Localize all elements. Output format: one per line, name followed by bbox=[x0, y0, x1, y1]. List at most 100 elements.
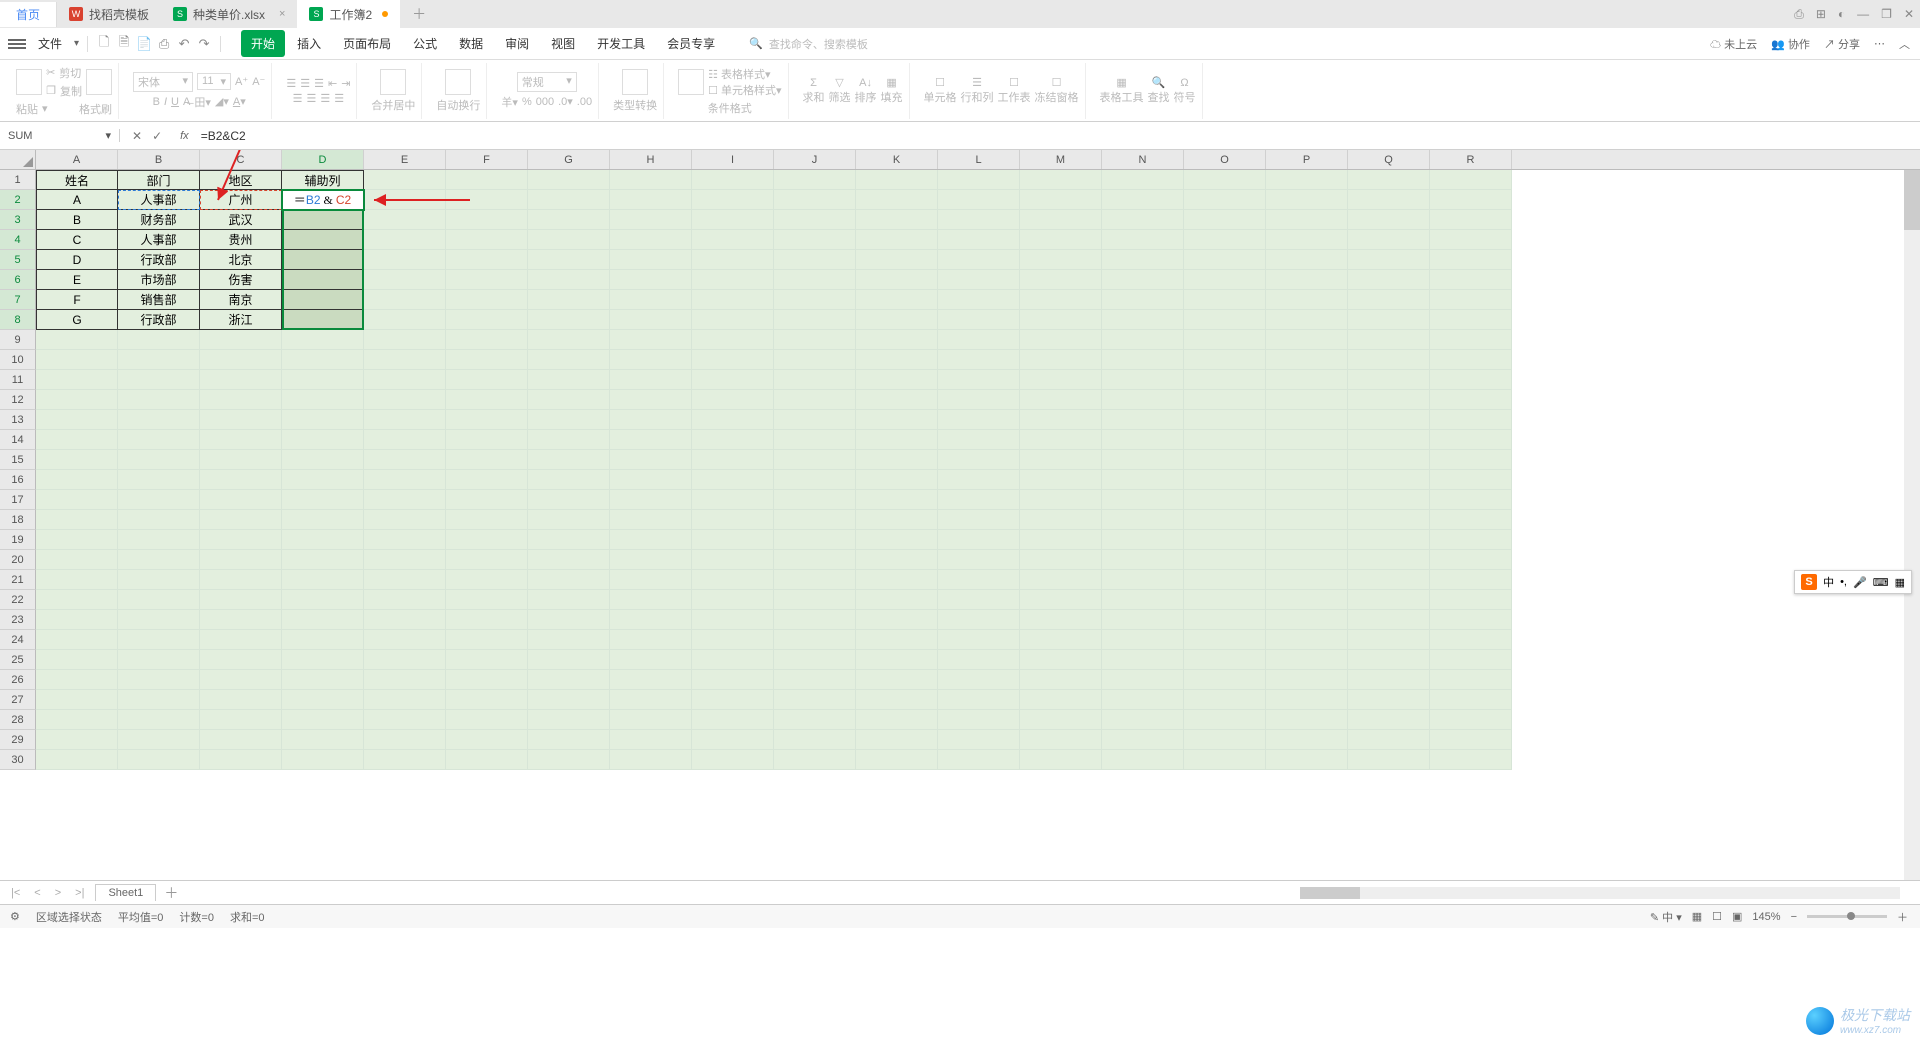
comma-icon[interactable]: 000 bbox=[536, 96, 554, 108]
cell[interactable] bbox=[938, 670, 1020, 690]
cell[interactable] bbox=[1266, 750, 1348, 770]
cell[interactable]: 北京 bbox=[200, 250, 282, 270]
cell[interactable] bbox=[1020, 230, 1102, 250]
cell[interactable] bbox=[364, 630, 446, 650]
cell[interactable]: 人事部 bbox=[118, 190, 200, 210]
cell[interactable] bbox=[1348, 210, 1430, 230]
cell[interactable] bbox=[1184, 350, 1266, 370]
cell[interactable] bbox=[1348, 510, 1430, 530]
cell[interactable] bbox=[692, 670, 774, 690]
cell[interactable] bbox=[1348, 690, 1430, 710]
cell[interactable] bbox=[774, 190, 856, 210]
cell[interactable] bbox=[1430, 190, 1512, 210]
cell[interactable] bbox=[774, 350, 856, 370]
cell[interactable] bbox=[610, 610, 692, 630]
cell[interactable] bbox=[1184, 230, 1266, 250]
cell[interactable] bbox=[1102, 370, 1184, 390]
cell[interactable] bbox=[1184, 210, 1266, 230]
cell[interactable] bbox=[282, 310, 364, 330]
row-header[interactable]: 10 bbox=[0, 350, 36, 370]
cell[interactable] bbox=[1430, 670, 1512, 690]
cell[interactable] bbox=[36, 690, 118, 710]
cell[interactable] bbox=[1020, 750, 1102, 770]
spreadsheet-grid[interactable]: ABCDEFGHIJKLMNOPQR 1姓名部门地区辅助列2A人事部广州＝B2 … bbox=[0, 150, 1920, 880]
zoom-in-icon[interactable]: ＋ bbox=[1897, 909, 1908, 925]
cell[interactable] bbox=[528, 490, 610, 510]
accept-formula-icon[interactable]: ✓ bbox=[152, 129, 162, 143]
cell[interactable] bbox=[1020, 690, 1102, 710]
cell[interactable] bbox=[1020, 410, 1102, 430]
cell[interactable] bbox=[938, 470, 1020, 490]
cell[interactable] bbox=[282, 370, 364, 390]
cell[interactable] bbox=[200, 350, 282, 370]
cell[interactable] bbox=[118, 710, 200, 730]
cell[interactable] bbox=[1020, 530, 1102, 550]
cell[interactable] bbox=[774, 690, 856, 710]
cell[interactable] bbox=[118, 610, 200, 630]
cell[interactable] bbox=[1348, 550, 1430, 570]
cell[interactable] bbox=[446, 650, 528, 670]
cell[interactable] bbox=[1102, 390, 1184, 410]
cell[interactable] bbox=[1266, 270, 1348, 290]
cell[interactable] bbox=[1430, 350, 1512, 370]
cell[interactable] bbox=[610, 290, 692, 310]
cell[interactable] bbox=[282, 390, 364, 410]
cell[interactable] bbox=[856, 690, 938, 710]
cell[interactable] bbox=[364, 170, 446, 190]
format-painter-icon[interactable] bbox=[86, 69, 112, 95]
fill-icon[interactable]: ▦ bbox=[881, 76, 903, 89]
sheet-next-icon[interactable]: > bbox=[52, 887, 64, 899]
cell[interactable] bbox=[1266, 610, 1348, 630]
ime-lang[interactable]: 中 bbox=[1823, 574, 1834, 590]
add-sheet-button[interactable]: ＋ bbox=[164, 883, 178, 903]
cell[interactable] bbox=[1348, 470, 1430, 490]
cell[interactable] bbox=[1430, 590, 1512, 610]
cell[interactable] bbox=[774, 250, 856, 270]
cell[interactable] bbox=[856, 230, 938, 250]
cell[interactable] bbox=[1102, 690, 1184, 710]
cell[interactable] bbox=[1430, 470, 1512, 490]
badge-icon[interactable]: ⎙ bbox=[1794, 7, 1804, 22]
ime-mic-icon[interactable]: 🎤 bbox=[1853, 576, 1867, 589]
cell[interactable] bbox=[36, 650, 118, 670]
cell[interactable] bbox=[364, 410, 446, 430]
col-header[interactable]: N bbox=[1102, 150, 1184, 169]
cell[interactable] bbox=[1430, 530, 1512, 550]
cell[interactable] bbox=[200, 470, 282, 490]
cell[interactable] bbox=[1102, 250, 1184, 270]
cell[interactable] bbox=[856, 250, 938, 270]
cell[interactable] bbox=[364, 490, 446, 510]
cell[interactable] bbox=[200, 550, 282, 570]
symbol-icon[interactable]: Ω bbox=[1174, 77, 1196, 89]
cell[interactable] bbox=[528, 730, 610, 750]
cell[interactable] bbox=[774, 170, 856, 190]
cell[interactable] bbox=[610, 470, 692, 490]
cell[interactable] bbox=[1430, 630, 1512, 650]
cell[interactable] bbox=[1266, 690, 1348, 710]
cell[interactable] bbox=[118, 330, 200, 350]
cell[interactable] bbox=[856, 430, 938, 450]
cell[interactable] bbox=[364, 690, 446, 710]
cell[interactable] bbox=[200, 450, 282, 470]
currency-icon[interactable]: 羊▾ bbox=[501, 94, 518, 110]
cell[interactable] bbox=[692, 370, 774, 390]
cell[interactable] bbox=[1184, 710, 1266, 730]
cell[interactable] bbox=[36, 330, 118, 350]
cell[interactable]: 姓名 bbox=[36, 170, 118, 190]
cell[interactable] bbox=[36, 590, 118, 610]
cell[interactable] bbox=[528, 510, 610, 530]
cell[interactable] bbox=[1348, 390, 1430, 410]
cell[interactable] bbox=[938, 690, 1020, 710]
cell[interactable] bbox=[1266, 490, 1348, 510]
cell[interactable] bbox=[364, 250, 446, 270]
cell[interactable] bbox=[282, 450, 364, 470]
cell[interactable] bbox=[1348, 530, 1430, 550]
cell[interactable] bbox=[200, 530, 282, 550]
cell[interactable] bbox=[774, 530, 856, 550]
cell[interactable] bbox=[118, 750, 200, 770]
cell[interactable] bbox=[610, 270, 692, 290]
cell[interactable]: 贵州 bbox=[200, 230, 282, 250]
tab-home[interactable]: 首页 bbox=[0, 2, 57, 27]
cell[interactable] bbox=[610, 490, 692, 510]
cell[interactable] bbox=[200, 570, 282, 590]
